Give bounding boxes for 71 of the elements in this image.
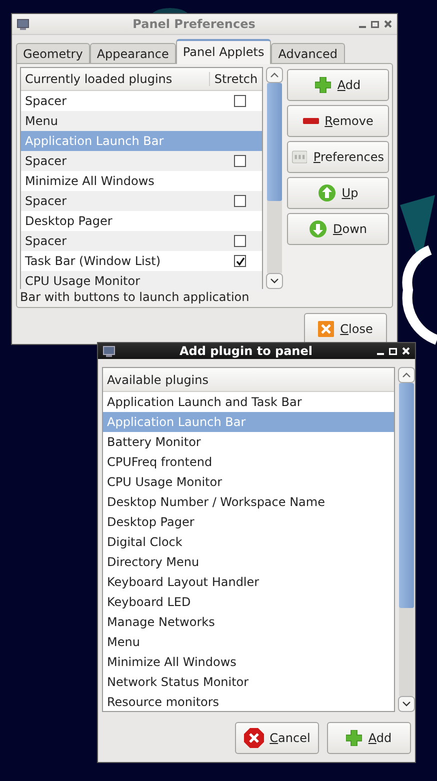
plugin-row[interactable]: Minimize All Windows (21, 171, 262, 191)
plugin-row[interactable]: Digital Clock (103, 532, 394, 552)
plugin-name: Spacer (25, 154, 68, 168)
plugin-row[interactable]: Application Launch and Task Bar (103, 392, 394, 412)
plugin-description: Bar with buttons to launch application (20, 289, 250, 304)
stretch-checkbox[interactable] (234, 155, 246, 167)
preferences-button[interactable]: Preferences (287, 141, 389, 173)
check-icon (236, 256, 244, 266)
scroll-down-icon[interactable] (402, 701, 412, 707)
stretch-checkbox[interactable] (234, 235, 246, 247)
plugin-row[interactable]: Network Status Monitor (103, 672, 394, 692)
close-icon (318, 321, 334, 337)
plugin-row[interactable]: Manage Networks (103, 612, 394, 632)
plugin-name: Minimize All Windows (25, 174, 156, 188)
plugin-row[interactable]: Desktop Pager (103, 512, 394, 532)
scroll-up-icon[interactable] (270, 72, 279, 78)
tab[interactable]: Geometry (16, 43, 90, 63)
window-title: Add plugin to panel (178, 344, 314, 358)
plugin-row[interactable]: Keyboard Layout Handler (103, 572, 394, 592)
add-button[interactable]: Add (327, 722, 411, 754)
plugin-row[interactable]: CPU Usage Monitor (103, 472, 394, 492)
plugin-row[interactable]: Battery Monitor (103, 432, 394, 452)
minus-icon (302, 118, 319, 124)
tab[interactable]: Panel Applets (176, 39, 272, 64)
plus-icon (315, 77, 332, 93)
scrollbar[interactable] (266, 67, 283, 289)
cancel-button[interactable]: Cancel (235, 722, 319, 754)
plugin-name: Spacer (25, 234, 68, 248)
plugin-name: Menu (25, 114, 59, 128)
plugin-name: Application Launch Bar (25, 134, 165, 148)
plugin-row[interactable]: Task Bar (Window List) (21, 251, 262, 271)
plugin-row[interactable]: Spacer (21, 231, 262, 251)
plugin-row[interactable]: Spacer (21, 191, 262, 211)
plugin-row[interactable]: Menu (103, 632, 394, 652)
plugin-name: Desktop Pager (25, 214, 114, 228)
stretch-checkbox[interactable] (234, 95, 246, 107)
up-button[interactable]: Up (287, 177, 389, 209)
column-header[interactable]: Stretch (210, 72, 262, 86)
sliders-icon (292, 148, 308, 166)
plugin-name: CPU Usage Monitor (25, 274, 142, 288)
plugin-name: Task Bar (Window List) (25, 254, 162, 268)
plugin-row[interactable]: Keyboard LED (103, 592, 394, 612)
column-header[interactable]: Currently loaded plugins (21, 72, 210, 86)
plugin-row[interactable]: Desktop Pager (21, 211, 262, 231)
plugin-name: Spacer (25, 94, 68, 108)
plugin-name: Spacer (25, 194, 68, 208)
down-button[interactable]: Down (287, 213, 389, 245)
scroll-down-icon[interactable] (270, 278, 279, 284)
plus-icon (346, 730, 362, 746)
add-button[interactable]: Add (287, 69, 389, 101)
scroll-up-icon[interactable] (402, 372, 412, 378)
plugin-row[interactable]: CPU Usage Monitor (21, 271, 262, 291)
plugin-row[interactable]: Menu (21, 111, 262, 131)
window-icon (103, 346, 115, 356)
plugin-row[interactable]: Minimize All Windows (103, 652, 394, 672)
close-button[interactable]: Close (304, 313, 387, 345)
cancel-icon (244, 728, 264, 748)
plugin-row[interactable]: Spacer (21, 151, 262, 171)
stretch-checkbox[interactable] (234, 195, 246, 207)
plugin-row[interactable]: Spacer (21, 91, 262, 111)
window-title: Panel Preferences (132, 17, 256, 31)
plugin-row[interactable]: Desktop Number / Workspace Name (103, 492, 394, 512)
tab[interactable]: Advanced (271, 43, 344, 63)
stretch-checkbox[interactable] (234, 255, 246, 267)
scrollbar[interactable] (398, 367, 415, 712)
plugin-row[interactable]: Resource monitors (103, 692, 394, 712)
window-icon (17, 18, 29, 30)
remove-button[interactable]: Remove (287, 105, 389, 137)
plugin-row[interactable]: Directory Menu (103, 552, 394, 572)
tab[interactable]: Appearance (90, 43, 176, 63)
plugin-row[interactable]: CPUFreq frontend (103, 452, 394, 472)
